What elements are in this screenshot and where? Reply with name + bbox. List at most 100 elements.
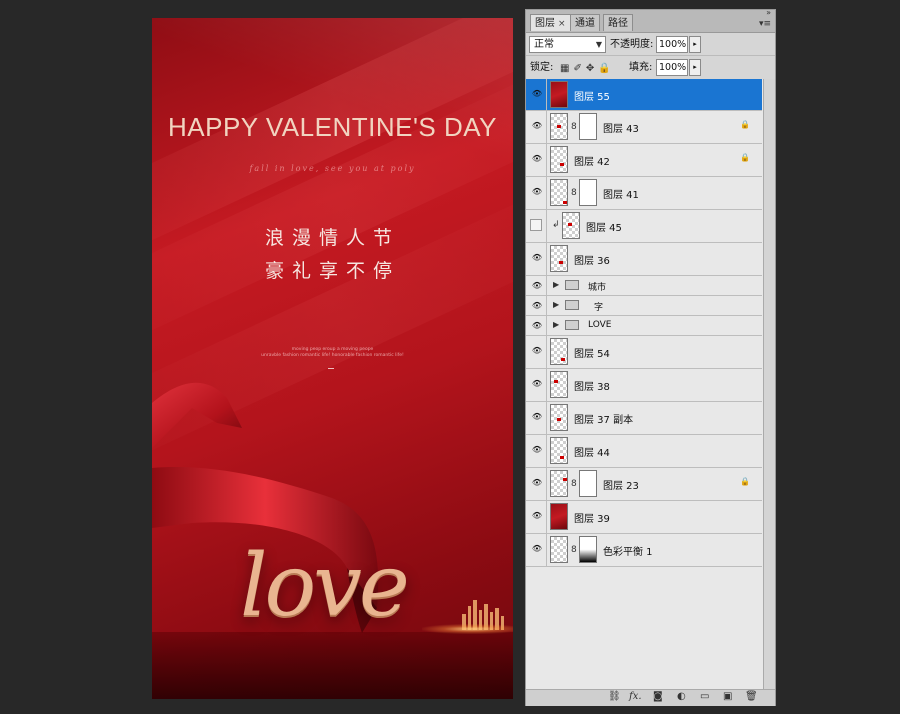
layer-thumbnail [550,338,568,365]
thumbnail-content [563,201,567,204]
layer-thumbnail [550,179,568,206]
lock-options-icons[interactable]: ▦✐✥🔒 [560,63,615,74]
eye-icon[interactable]: 👁 [530,299,544,313]
layer-name[interactable]: 图层 43 [603,120,639,135]
visibility-toggle[interactable] [530,219,542,231]
layer-name[interactable]: 字 [594,300,603,313]
layer-name[interactable]: 图层 41 [603,186,639,201]
expand-triangle-icon[interactable]: ▶ [553,320,559,329]
folder-icon[interactable]: ▭ [700,691,709,702]
eye-icon[interactable]: 👁 [530,377,544,391]
reflection-floor [152,632,513,699]
layer-group-row[interactable]: 👁 ▶ LOVE [526,316,762,336]
layer-name[interactable]: 图层 45 [586,219,622,234]
thumbnail-content [563,478,567,481]
mask-icon[interactable]: ◙ [653,691,663,702]
expand-triangle-icon[interactable]: ▶ [553,300,559,309]
close-icon[interactable]: × [558,19,566,29]
tab-paths[interactable]: 路径 [603,14,633,31]
layer-name[interactable]: 图层 36 [574,252,610,267]
thumbnail-content [560,456,564,459]
panel-menu-icon[interactable]: ▾≡ [759,19,771,29]
layer-row[interactable]: 👁 图层 55 [526,79,762,111]
fx-icon[interactable]: fx. [629,691,642,702]
layers-scrollbar[interactable] [763,79,775,689]
link-chain-icon[interactable]: 8 [571,188,577,198]
layer-row[interactable]: 👁 8 图层 41 [526,177,762,210]
layer-name[interactable]: 图层 54 [574,345,610,360]
eye-icon[interactable]: 👁 [530,443,544,457]
layer-name[interactable]: 图层 42 [574,153,610,168]
fill-slider-button[interactable]: ▸ [689,59,701,76]
eye-icon[interactable]: 👁 [530,344,544,358]
collapse-icon[interactable]: » [766,8,771,17]
layer-row[interactable]: 👁 8 图层 43 🔒 [526,111,762,144]
blend-mode-value: 正常 [534,39,554,50]
trash-icon[interactable]: 🗑 [745,691,758,702]
layer-name[interactable]: 图层 38 [574,378,610,393]
divider [546,144,547,176]
layer-row[interactable]: 👁 图层 54 [526,336,762,369]
layer-name[interactable]: 图层 55 [574,88,610,103]
thumbnail-content [557,418,561,421]
eye-icon[interactable]: 👁 [530,251,544,265]
eye-icon[interactable]: 👁 [530,279,544,293]
expand-triangle-icon[interactable]: ▶ [553,280,559,289]
lock-row: 锁定: ▦✐✥🔒 填充: 100% ▸ [526,55,775,80]
layer-row[interactable]: 👁 图层 42 🔒 [526,144,762,177]
eye-icon[interactable]: 👁 [530,509,544,523]
layer-row[interactable]: 👁 8 色彩平衡 1 [526,534,762,567]
layer-thumbnail [562,212,580,239]
tab-layers[interactable]: 图层 × [530,14,571,31]
layer-row[interactable]: 👁 8 图层 23 🔒 [526,468,762,501]
layer-row[interactable]: 👁 图层 37 副本 [526,402,762,435]
eye-icon[interactable]: 👁 [530,542,544,556]
fill-input[interactable]: 100% [656,59,688,76]
adjustment-icon[interactable]: ◐ [677,691,686,702]
eye-icon[interactable]: 👁 [530,476,544,490]
layer-name[interactable]: 图层 37 副本 [574,411,633,426]
panel-bottom-bar: ⛓ fx. ◙ ◐ ▭ ▣ 🗑 [526,689,775,706]
mask-thumbnail[interactable] [579,113,597,140]
link-chain-icon[interactable]: 8 [571,122,577,132]
layer-row[interactable]: ↲ 图层 45 [526,210,762,243]
divider [546,534,547,566]
layer-group-row[interactable]: 👁 ▶ 字 [526,296,762,316]
link-chain-icon[interactable]: 8 [571,545,577,555]
layer-name[interactable]: 图层 44 [574,444,610,459]
eye-icon[interactable]: 👁 [530,319,544,333]
blend-mode-select[interactable]: 正常 ▼ [529,36,606,53]
layer-group-row[interactable]: 👁 ▶ 城市 [526,276,762,296]
layer-name[interactable]: 城市 [588,280,606,293]
layer-row[interactable]: 👁 图层 39 [526,501,762,534]
layer-row[interactable]: 👁 图层 44 [526,435,762,468]
link-chain-icon[interactable]: 8 [571,479,577,489]
layer-row[interactable]: 👁 图层 38 [526,369,762,402]
opacity-input[interactable]: 100% [656,36,688,53]
mask-thumbnail[interactable] [579,470,597,497]
layer-name[interactable]: LOVE [588,320,611,330]
fill-label: 填充: [629,62,653,73]
opacity-slider-button[interactable]: ▸ [689,36,701,53]
layer-thumbnail [550,503,568,530]
eye-icon[interactable]: 👁 [530,410,544,424]
folder-icon [565,320,579,330]
link-icon[interactable]: ⛓ [608,691,621,702]
tab-channels-label: 通道 [575,18,595,29]
mask-thumbnail[interactable] [579,536,597,563]
folder-icon [565,300,579,310]
poster-tagline: fall in love, see you at poly [249,164,416,173]
layer-thumbnail [550,81,568,108]
eye-icon[interactable]: 👁 [530,185,544,199]
tab-channels[interactable]: 通道 [570,14,600,31]
layer-name[interactable]: 色彩平衡 1 [603,543,653,558]
eye-icon[interactable]: 👁 [530,152,544,166]
new-layer-icon[interactable]: ▣ [723,691,732,702]
eye-icon[interactable]: 👁 [530,119,544,133]
layer-name[interactable]: 图层 39 [574,510,610,525]
layer-row[interactable]: 👁 图层 36 [526,243,762,276]
document-canvas[interactable]: HAPPY VALENTINE'S DAY fall in love, see … [152,18,513,699]
mask-thumbnail[interactable] [579,179,597,206]
layer-name[interactable]: 图层 23 [603,477,639,492]
eye-icon[interactable]: 👁 [530,87,544,101]
